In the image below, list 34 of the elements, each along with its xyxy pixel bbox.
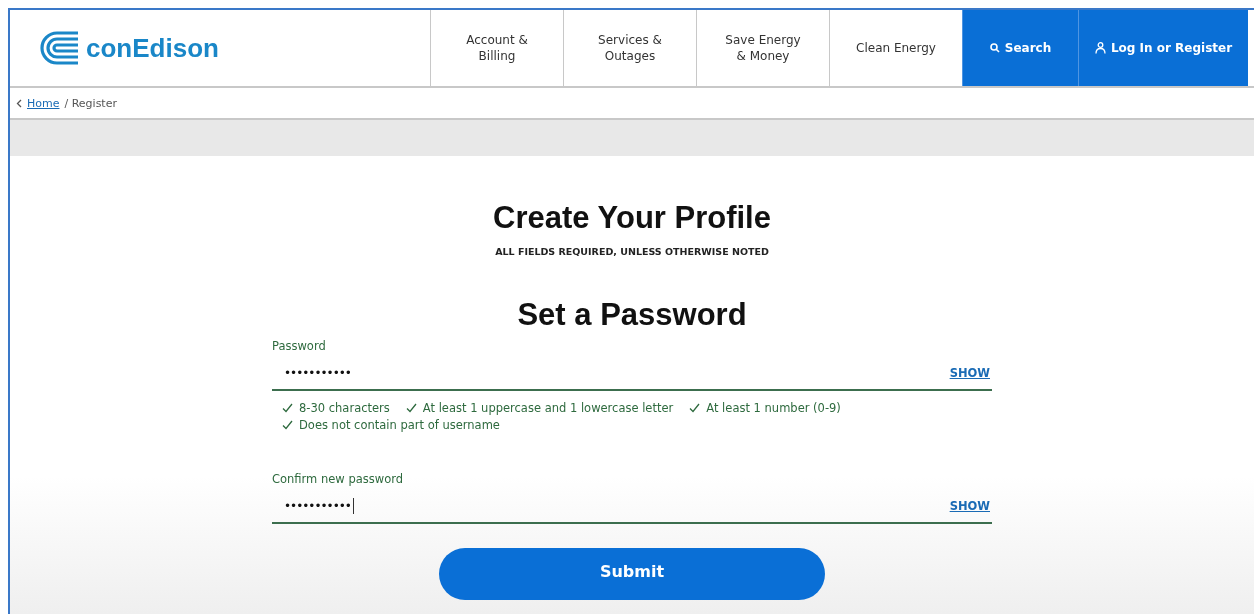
rule-text: At least 1 uppercase and 1 lowercase letter <box>422 401 674 415</box>
field-label: Confirm new password <box>272 472 404 486</box>
back-chevron-icon <box>16 98 22 108</box>
rule-text: Does not contain part of username <box>299 418 500 432</box>
show-link[interactable]: SHOW <box>949 499 990 513</box>
page-subtitle: ALL FIELDS REQUIRED, UNLESS OTHERWISE NOTED <box>495 246 769 257</box>
field-label: Password <box>272 339 327 353</box>
search-icon <box>989 43 1000 53</box>
rule-text: 8-30 characters <box>299 401 390 415</box>
password-field[interactable]: ••••••••••• SHOW <box>272 357 992 391</box>
nav-link[interactable]: Account & Billing <box>430 10 563 86</box>
nav-label: Log In or Register <box>1110 40 1233 56</box>
logo-icon <box>40 31 80 65</box>
page-title: Create Your Profile <box>493 200 771 236</box>
nav-link[interactable]: Search <box>962 10 1078 86</box>
logo-text[interactable]: conEdison <box>86 32 219 64</box>
nav-link[interactable]: Log In or Register <box>1078 10 1248 86</box>
person-icon <box>1094 42 1106 54</box>
masked-password: ••••••••••• <box>283 499 351 513</box>
nav-label: Clean Energy <box>856 40 936 56</box>
nav-label: Save Energy & Money <box>724 32 802 64</box>
password-field[interactable]: ••••••••••• SHOW <box>272 490 992 524</box>
nav-label: Account & Billing <box>465 32 529 64</box>
rule-text: At least 1 number (0-9) <box>706 401 841 415</box>
breadcrumb-current: / Register <box>64 96 117 110</box>
masked-password: ••••••••••• <box>283 366 351 380</box>
section-title: Set a Password <box>517 297 747 333</box>
nav-link[interactable]: Services & Outages <box>563 10 696 86</box>
breadcrumb-link[interactable]: Home <box>27 96 60 110</box>
nav-link[interactable]: Save Energy & Money <box>696 10 829 86</box>
submit-button[interactable]: Submit <box>439 548 825 600</box>
show-link[interactable]: SHOW <box>949 366 990 380</box>
nav-label: Services & Outages <box>597 32 663 64</box>
nav-label: Search <box>1004 40 1052 56</box>
